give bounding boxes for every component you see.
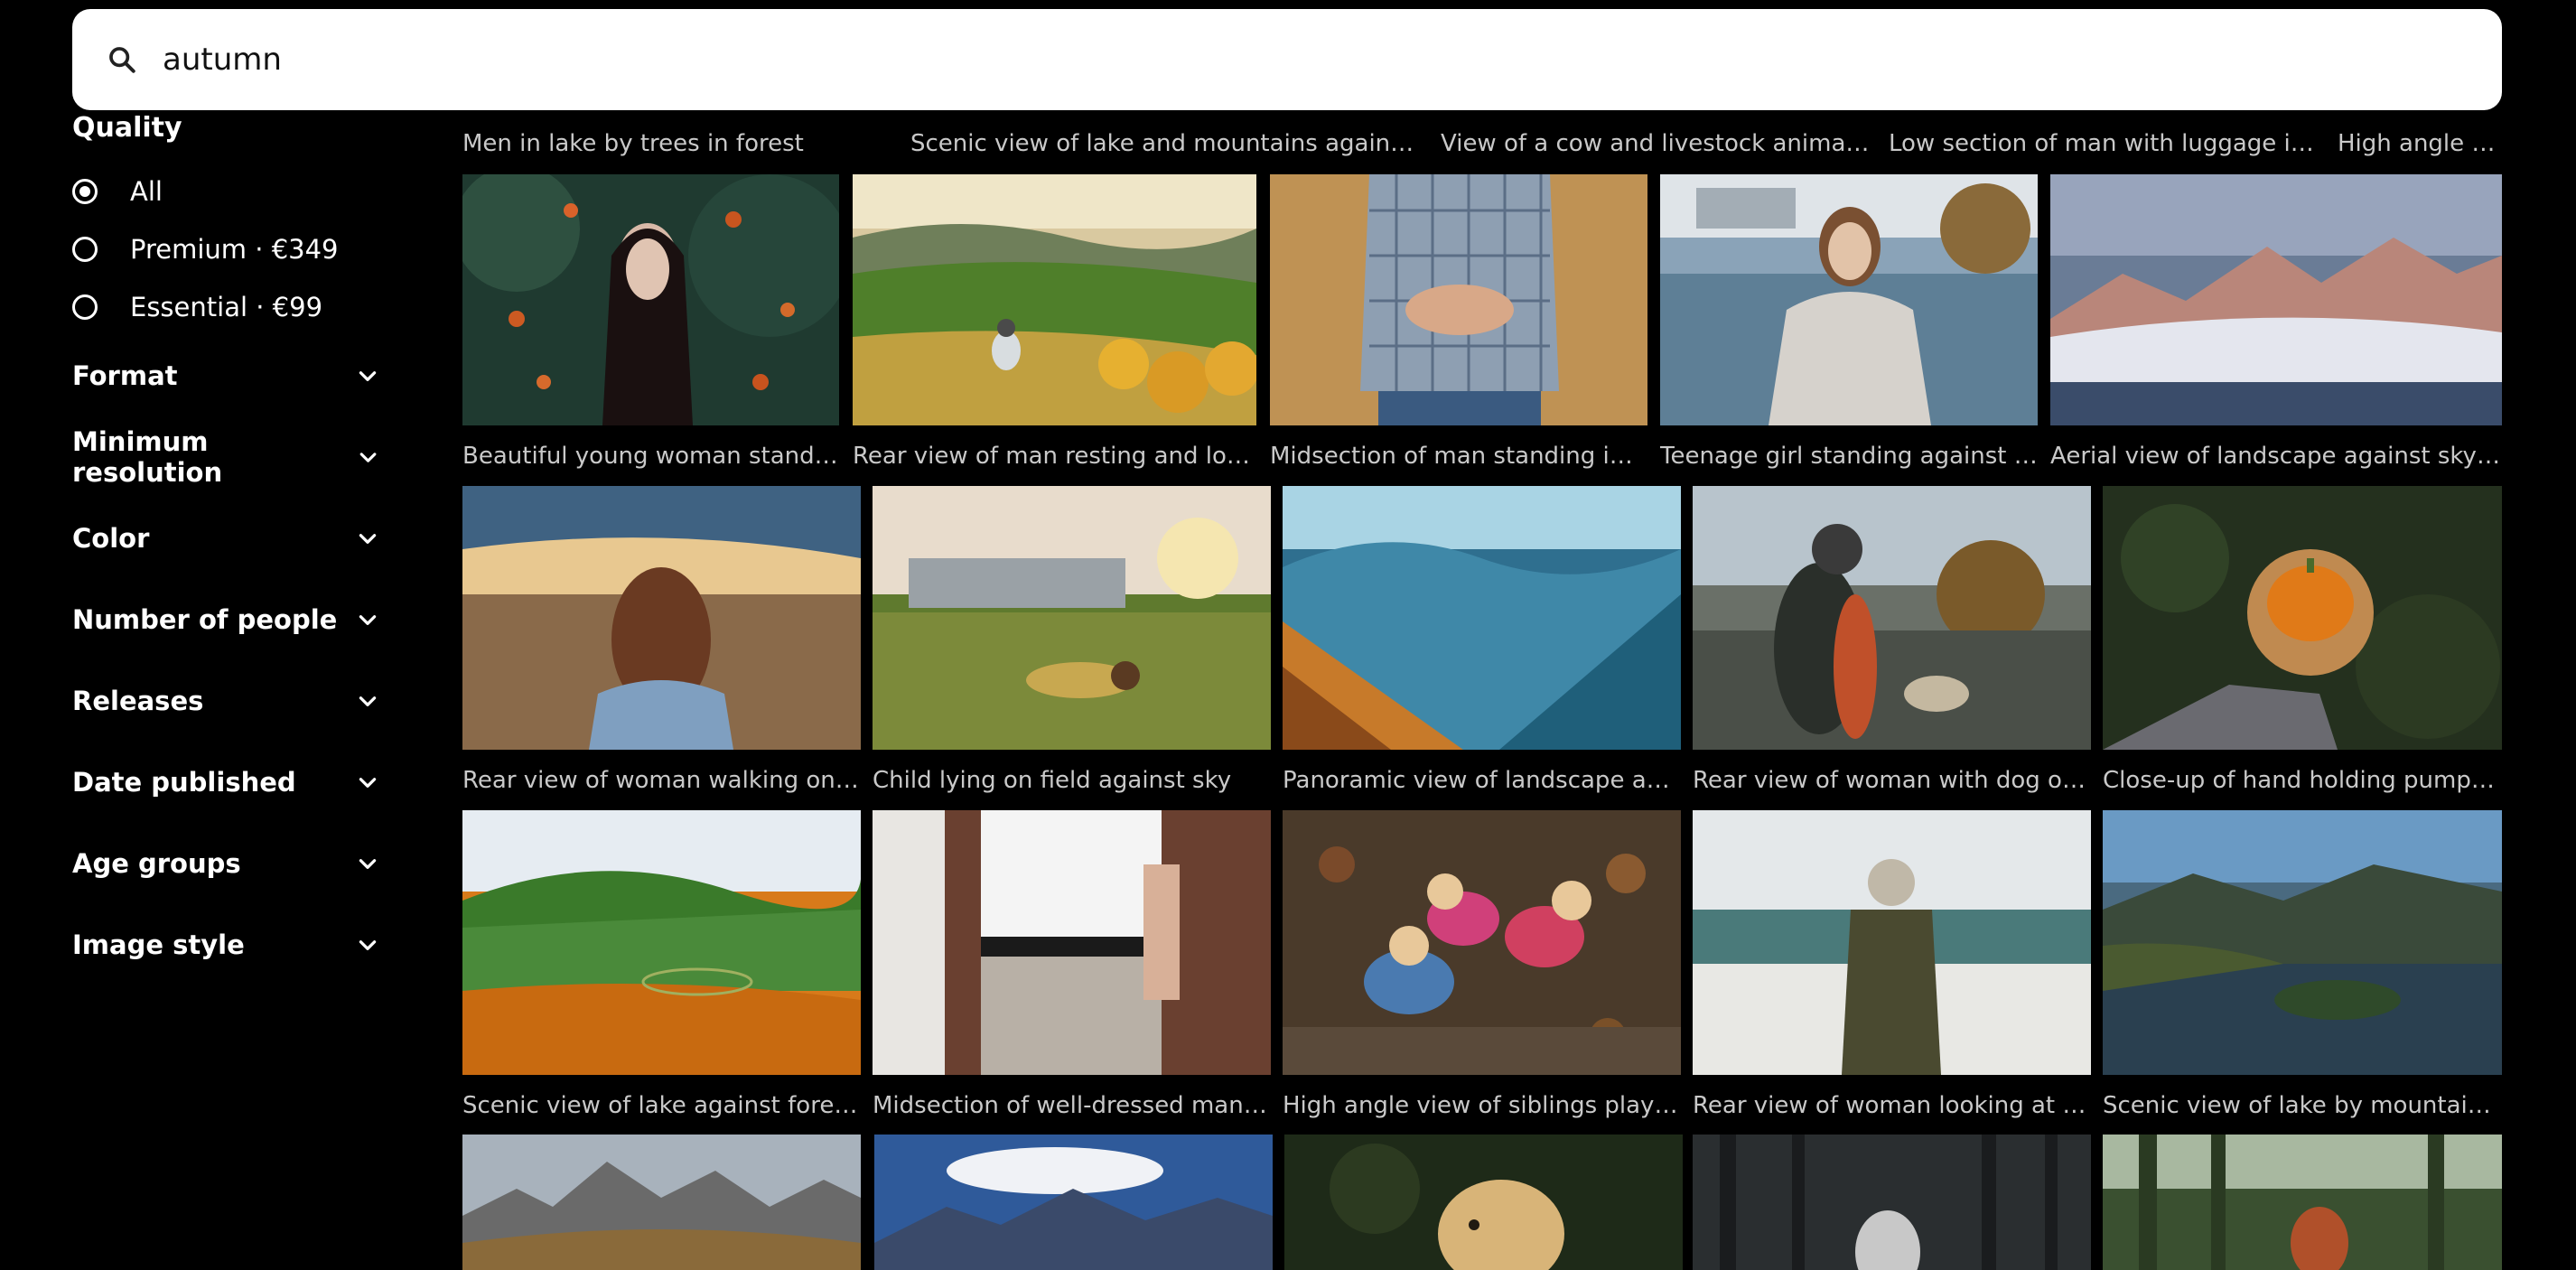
quality-title: Quality [72,112,182,144]
photo-hand-holding-pumpkin [2103,486,2502,750]
image-caption[interactable]: Midsection of well-dressed man stan... [873,1092,1271,1119]
radio-icon[interactable] [72,237,98,262]
quality-option-premium[interactable]: Premium · €349 [72,231,339,267]
filter-number-of-people[interactable]: Number of people [72,600,379,640]
filter-label: Number of people [72,604,338,635]
quality-option-label: Premium · €349 [130,234,339,265]
filter-label: Image style [72,929,245,960]
photo-lake-by-mountains [2103,810,2502,1075]
chevron-down-icon [359,696,377,706]
filter-label: Date published [72,767,296,798]
chevron-down-icon [359,371,377,381]
photo-child-on-field [873,486,1271,750]
photo-woodland-hiker [2103,1135,2502,1270]
image-thumbnail[interactable] [1693,1135,2091,1270]
filter-label: Format [72,360,178,391]
filter-label: Color [72,523,150,554]
chevron-down-icon [359,453,377,462]
image-thumbnail[interactable] [2103,1135,2502,1270]
image-thumbnail[interactable] [462,174,839,425]
image-caption[interactable]: Rear view of man resting and looking ... [853,443,1256,470]
photo-woman-in-field [462,486,861,750]
quality-option-label: All [130,176,163,207]
filter-label: Releases [72,686,204,716]
image-caption[interactable]: Rear view of woman looking at sea [1693,1092,2091,1119]
quality-option-all[interactable]: All [72,173,163,210]
image-thumbnail[interactable] [2103,486,2502,750]
chevron-down-icon [359,940,377,950]
photo-blue-mountains [874,1135,1273,1270]
image-caption[interactable]: High angle view of siblings playing w... [1283,1092,1681,1119]
filter-color[interactable]: Color [72,518,379,558]
photo-aerial-mountains [2050,174,2502,425]
image-caption[interactable]: Midsection of man standing in land [1270,443,1647,470]
image-caption[interactable]: Scenic view of lake against forest an... [462,1092,861,1119]
radio-icon[interactable] [72,294,98,320]
search-bar[interactable] [72,9,2502,110]
image-caption[interactable]: Child lying on field against sky [873,767,1271,794]
photo-forest-lake [462,810,861,1075]
image-caption[interactable]: Men in lake by trees in forest [462,130,887,157]
filter-minimum-resolution[interactable]: Minimum resolution [72,426,379,488]
quality-option-label: Essential · €99 [130,292,323,322]
image-caption[interactable]: Panoramic view of landscape and mo... [1283,767,1681,794]
quality-option-essential[interactable]: Essential · €99 [72,289,322,325]
image-caption[interactable]: View of a cow and livestock animals on f… [1441,130,1872,157]
image-thumbnail[interactable] [853,174,1256,425]
filter-image-style[interactable]: Image style [72,925,379,965]
filter-age-groups[interactable]: Age groups [72,844,379,883]
chevron-down-icon [359,778,377,788]
filter-format[interactable]: Format [72,356,379,396]
image-caption[interactable]: High angle vie... [2338,130,2502,157]
image-thumbnail[interactable] [462,486,861,750]
photo-woman-in-foliage [462,174,839,425]
image-caption[interactable]: Scenic view of lake by mountains aga... [2103,1092,2502,1119]
image-thumbnail[interactable] [873,486,1271,750]
image-thumbnail[interactable] [2103,810,2502,1075]
image-thumbnail[interactable] [1660,174,2038,425]
image-caption[interactable]: Rear view of woman walking on field ... [462,767,861,794]
image-thumbnail[interactable] [1284,1135,1683,1270]
image-caption[interactable]: Aerial view of landscape against sky dur… [2050,443,2502,470]
photo-woman-with-dog [1693,486,2091,750]
image-caption[interactable]: Scenic view of lake and mountains agains… [910,130,1416,157]
image-thumbnail[interactable] [462,1135,861,1270]
image-thumbnail[interactable] [2050,174,2502,425]
image-caption[interactable]: Rear view of woman with dog on field [1693,767,2091,794]
image-thumbnail[interactable] [1693,810,2091,1075]
image-caption[interactable]: Low section of man with luggage in fores… [1889,130,2326,157]
photo-rocky-peaks [462,1135,861,1270]
image-thumbnail[interactable] [1283,486,1681,750]
image-thumbnail[interactable] [1693,486,2091,750]
filter-label: Age groups [72,848,241,879]
image-caption[interactable]: Teenage girl standing against river [1660,443,2038,470]
photo-woman-at-sea [1693,810,2091,1075]
photo-dog [1284,1135,1683,1270]
photo-hands-holding-grain [1270,174,1647,425]
photo-siblings-playing-leaves [1283,810,1681,1075]
search-icon [109,47,135,73]
image-caption[interactable]: Beautiful young woman standing a... [462,443,839,470]
radio-selected-icon[interactable] [72,179,98,204]
image-caption[interactable]: Close-up of hand holding pumpkin [2103,767,2502,794]
filter-label: Minimum resolution [72,426,223,488]
filter-date-published[interactable]: Date published [72,762,379,802]
image-thumbnail[interactable] [1270,174,1647,425]
image-thumbnail[interactable] [1283,810,1681,1075]
image-thumbnail[interactable] [873,810,1271,1075]
search-input[interactable] [161,32,2422,88]
photo-well-dressed-man [873,810,1271,1075]
photo-girl-by-river [1660,174,2038,425]
image-thumbnail[interactable] [462,810,861,1075]
filter-releases[interactable]: Releases [72,681,379,721]
chevron-down-icon [359,859,377,869]
photo-dark-forest [1693,1135,2091,1270]
chevron-down-icon [359,534,377,544]
chevron-down-icon [359,615,377,625]
image-thumbnail[interactable] [874,1135,1273,1270]
photo-man-on-hill [853,174,1256,425]
photo-mountain-valley [1283,486,1681,750]
